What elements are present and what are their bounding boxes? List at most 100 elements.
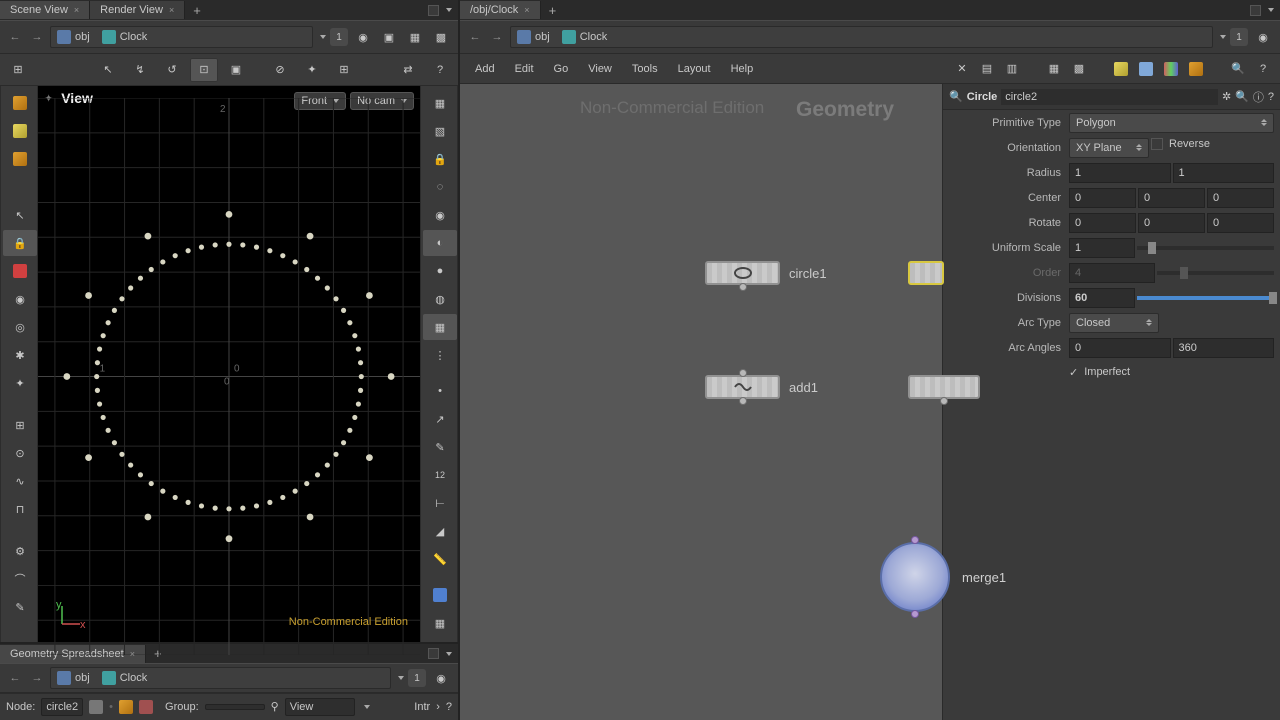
- axes-tool[interactable]: ✦: [3, 370, 37, 396]
- chevron-right-icon[interactable]: ›: [436, 701, 440, 713]
- camera-tool[interactable]: ◎: [3, 314, 37, 340]
- hq-light-icon[interactable]: ◐: [423, 230, 457, 256]
- pointer-tool[interactable]: ↖: [3, 202, 37, 228]
- back-button[interactable]: ←: [6, 669, 24, 687]
- menu-view[interactable]: View: [579, 59, 621, 79]
- rotate-x-input[interactable]: 0: [1069, 213, 1136, 233]
- pin-badge[interactable]: 1: [408, 669, 426, 687]
- lock-view[interactable]: 🔒: [423, 146, 457, 172]
- bones-tool[interactable]: ✱: [3, 342, 37, 368]
- reverse-checkbox[interactable]: [1151, 138, 1163, 150]
- prim-type-select[interactable]: Polygon: [1069, 113, 1274, 133]
- center-z-input[interactable]: 0: [1207, 188, 1274, 208]
- radius-x-input[interactable]: 1: [1069, 163, 1171, 183]
- area-mode-icon[interactable]: ▣: [222, 58, 250, 82]
- forward-button[interactable]: →: [28, 669, 46, 687]
- lasso-mode-icon[interactable]: ↯: [126, 58, 154, 82]
- path-input[interactable]: obj Clock: [50, 667, 391, 689]
- menu-help[interactable]: Help: [722, 59, 763, 79]
- sticky-icon[interactable]: [1110, 58, 1132, 80]
- chevron-down-icon[interactable]: [1220, 35, 1226, 39]
- path-input[interactable]: obj Clock: [510, 26, 1213, 48]
- cog-icon[interactable]: ⚙: [3, 538, 37, 564]
- point-disp-icon[interactable]: ⋮: [423, 342, 457, 368]
- wrench-icon[interactable]: ✕: [951, 58, 973, 80]
- node-circle1[interactable]: circle1: [705, 261, 780, 285]
- snap-icon[interactable]: ✦: [298, 58, 326, 82]
- chevron-down-icon[interactable]: [398, 676, 404, 680]
- brush-mode-icon[interactable]: ↺: [158, 58, 186, 82]
- light-icon[interactable]: ◉: [423, 202, 457, 228]
- search-icon[interactable]: 🔍: [1227, 58, 1249, 80]
- rotate-z-input[interactable]: 0: [1207, 213, 1274, 233]
- palette-icon[interactable]: [1160, 58, 1182, 80]
- tab-scene-view[interactable]: Scene View×: [0, 1, 90, 19]
- node-circle2-partial[interactable]: [908, 261, 944, 285]
- group-input[interactable]: [205, 704, 265, 710]
- display-opts-icon[interactable]: ▩: [430, 26, 452, 48]
- pin-badge[interactable]: 1: [330, 28, 348, 46]
- arc-type-select[interactable]: Closed: [1069, 313, 1159, 333]
- uv-icon[interactable]: ✎: [423, 434, 457, 460]
- rotate-y-input[interactable]: 0: [1138, 213, 1205, 233]
- node-name-field[interactable]: circle2: [41, 698, 83, 716]
- curve-icon[interactable]: ⌒: [3, 566, 37, 592]
- mat-icon[interactable]: ●: [423, 258, 457, 284]
- view-select[interactable]: View: [285, 698, 355, 716]
- tree-icon[interactable]: ▥: [1001, 58, 1023, 80]
- maximize-icon[interactable]: [428, 5, 439, 16]
- center-y-input[interactable]: 0: [1138, 188, 1205, 208]
- light-tool[interactable]: ◉: [3, 286, 37, 312]
- pane-menu-icon[interactable]: [446, 8, 452, 12]
- color-icon[interactable]: [423, 582, 457, 608]
- construction-icon[interactable]: ⊞: [330, 58, 358, 82]
- orientation-select[interactable]: XY Plane: [1069, 138, 1149, 158]
- tab-render-view[interactable]: Render View×: [90, 1, 185, 19]
- ghost-icon[interactable]: ◌: [423, 174, 457, 200]
- select-mode-icon[interactable]: ↖: [94, 58, 122, 82]
- num12-icon[interactable]: 12: [423, 462, 457, 488]
- pane-menu-icon[interactable]: [1268, 8, 1274, 12]
- link-icon[interactable]: ◉: [352, 26, 374, 48]
- close-icon[interactable]: ×: [130, 649, 135, 659]
- snapshot-icon[interactable]: ▦: [404, 26, 426, 48]
- back-button[interactable]: ←: [466, 28, 484, 46]
- node-add2-partial[interactable]: [908, 375, 980, 399]
- close-icon[interactable]: ×: [74, 5, 79, 15]
- points-icon[interactable]: [89, 700, 103, 714]
- back-button[interactable]: ←: [6, 28, 24, 46]
- move-tool[interactable]: [3, 118, 37, 144]
- grid-mode-icon[interactable]: ⊞: [4, 58, 32, 82]
- snap-curve-icon[interactable]: ∿: [3, 468, 37, 494]
- chevron-down-icon[interactable]: [320, 35, 326, 39]
- visibility-icon[interactable]: ⊘: [266, 58, 294, 82]
- viewport[interactable]: ✦ View Front No cam 0 0 1: [38, 86, 420, 642]
- find-icon[interactable]: 🔍: [1235, 90, 1249, 103]
- point-mode-icon[interactable]: ⊡: [190, 58, 218, 82]
- forward-button[interactable]: →: [488, 28, 506, 46]
- rotate-tool[interactable]: [3, 146, 37, 172]
- obj-select-tool[interactable]: [3, 90, 37, 116]
- arc-angle-end-input[interactable]: 360: [1173, 338, 1275, 358]
- path-input[interactable]: obj Clock: [50, 26, 313, 48]
- center-x-input[interactable]: 0: [1069, 188, 1136, 208]
- maximize-icon[interactable]: [1250, 5, 1261, 16]
- display-options-icon[interactable]: ⇄: [394, 58, 422, 82]
- menu-tools[interactable]: Tools: [623, 59, 667, 79]
- snap-grid-icon[interactable]: ⊞: [3, 412, 37, 438]
- close-icon[interactable]: ×: [169, 5, 174, 15]
- maximize-icon[interactable]: [428, 648, 439, 659]
- link-icon[interactable]: ◉: [1252, 26, 1274, 48]
- add-tab-button[interactable]: +: [185, 3, 209, 18]
- divisions-slider[interactable]: [1137, 296, 1274, 300]
- lock-icon[interactable]: 🔒: [3, 230, 37, 256]
- snap-point-icon[interactable]: ⊙: [3, 440, 37, 466]
- shade-mode-2[interactable]: ▧: [423, 118, 457, 144]
- menu-go[interactable]: Go: [545, 59, 578, 79]
- node-name-input[interactable]: [1001, 89, 1218, 105]
- tab-network[interactable]: /obj/Clock×: [460, 1, 541, 19]
- measure-icon[interactable]: ⊢: [423, 490, 457, 516]
- radius-y-input[interactable]: 1: [1173, 163, 1275, 183]
- menu-layout[interactable]: Layout: [669, 59, 720, 79]
- help-icon[interactable]: ?: [426, 58, 454, 82]
